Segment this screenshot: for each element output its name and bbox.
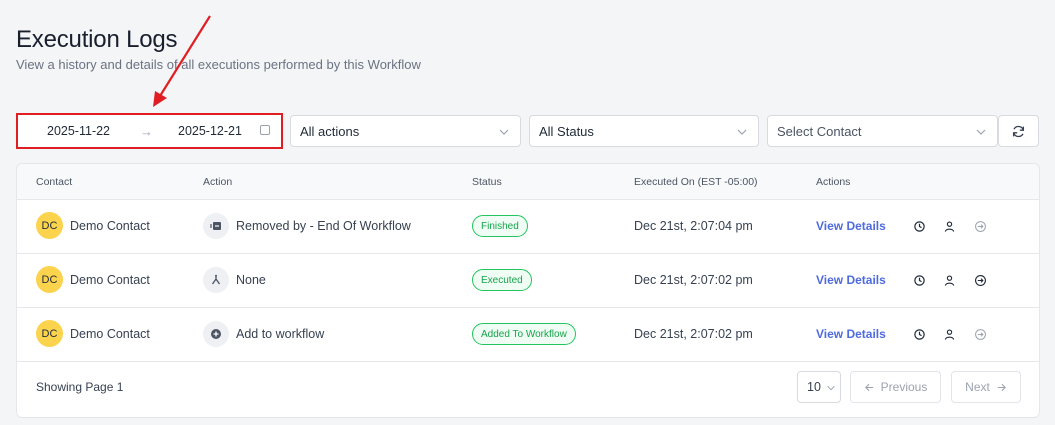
page-title: Execution Logs	[16, 26, 178, 53]
page-size-value: 10	[807, 380, 821, 394]
status-badge: Finished	[472, 215, 528, 237]
table-header: Contact Action Status Executed On (EST -…	[17, 164, 1039, 200]
date-end[interactable]: 2025-12-21	[178, 124, 242, 138]
column-header-action: Action	[203, 176, 233, 188]
contact-select-placeholder: Select Contact	[777, 123, 862, 139]
page-subtitle: View a history and details of all execut…	[16, 57, 421, 72]
view-details-link[interactable]: View Details	[816, 327, 886, 341]
arrow-left-icon	[864, 383, 873, 391]
history-icon[interactable]	[913, 328, 926, 341]
status-badge: Executed	[472, 269, 532, 291]
previous-label: Previous	[880, 380, 928, 394]
exit-icon[interactable]	[974, 274, 987, 287]
contact-name[interactable]: Demo Contact	[70, 327, 150, 341]
executed-on: Dec 21st, 2:07:04 pm	[634, 219, 753, 233]
action-text: Removed by - End Of Workflow	[236, 219, 411, 233]
refresh-button[interactable]	[998, 115, 1039, 147]
contact-select[interactable]: Select Contact	[767, 115, 998, 147]
refresh-icon	[1012, 125, 1025, 137]
avatar: DC	[36, 320, 63, 347]
next-label: Next	[965, 380, 990, 394]
chevron-down-icon	[499, 129, 509, 135]
action-text: Add to workflow	[236, 327, 325, 341]
date-range-picker[interactable]: 2025-11-22 → 2025-12-21	[16, 113, 283, 149]
column-header-contact: Contact	[36, 176, 73, 188]
calendar-icon[interactable]	[260, 125, 270, 135]
plus-circle-icon	[203, 321, 229, 347]
column-header-status: Status	[472, 176, 502, 188]
executed-on: Dec 21st, 2:07:02 pm	[634, 327, 753, 341]
contact-name[interactable]: Demo Contact	[70, 219, 150, 233]
date-arrow-icon: →	[140, 123, 153, 139]
user-icon[interactable]	[943, 328, 956, 341]
pagination-status: Showing Page 1	[36, 380, 124, 394]
previous-button[interactable]: Previous	[850, 371, 941, 403]
status-select[interactable]: All Status	[529, 115, 759, 147]
branch-icon	[203, 267, 229, 293]
actions-select-value: All actions	[300, 123, 360, 139]
history-icon[interactable]	[913, 274, 926, 287]
remove-icon	[203, 213, 229, 239]
status-select-value: All Status	[539, 123, 594, 139]
table-row: DC Demo Contact None Executed Dec 21st, …	[17, 254, 1039, 308]
chevron-down-icon	[827, 385, 835, 391]
action-text: None	[236, 273, 266, 287]
next-button[interactable]: Next	[951, 371, 1021, 403]
history-icon[interactable]	[913, 220, 926, 233]
exit-icon[interactable]	[974, 220, 987, 233]
table-row: DC Demo Contact Add to workflow Added To…	[17, 308, 1039, 362]
avatar: DC	[36, 212, 63, 239]
execution-logs-table: Contact Action Status Executed On (EST -…	[16, 163, 1040, 418]
avatar: DC	[36, 266, 63, 293]
view-details-link[interactable]: View Details	[816, 273, 886, 287]
column-header-executed-on: Executed On (EST -05:00)	[634, 176, 758, 188]
chevron-down-icon	[976, 129, 986, 135]
status-badge: Added To Workflow	[472, 323, 576, 345]
page-size-select[interactable]: 10	[797, 371, 841, 403]
table-row: DC Demo Contact Removed by - End Of Work…	[17, 200, 1039, 254]
date-start[interactable]: 2025-11-22	[47, 124, 110, 138]
user-icon[interactable]	[943, 220, 956, 233]
actions-select[interactable]: All actions	[290, 115, 521, 147]
view-details-link[interactable]: View Details	[816, 219, 886, 233]
column-header-actions: Actions	[816, 176, 851, 188]
executed-on: Dec 21st, 2:07:02 pm	[634, 273, 753, 287]
chevron-down-icon	[737, 129, 747, 135]
exit-icon[interactable]	[974, 328, 987, 341]
contact-name[interactable]: Demo Contact	[70, 273, 150, 287]
user-icon[interactable]	[943, 274, 956, 287]
arrow-right-icon	[997, 383, 1006, 391]
